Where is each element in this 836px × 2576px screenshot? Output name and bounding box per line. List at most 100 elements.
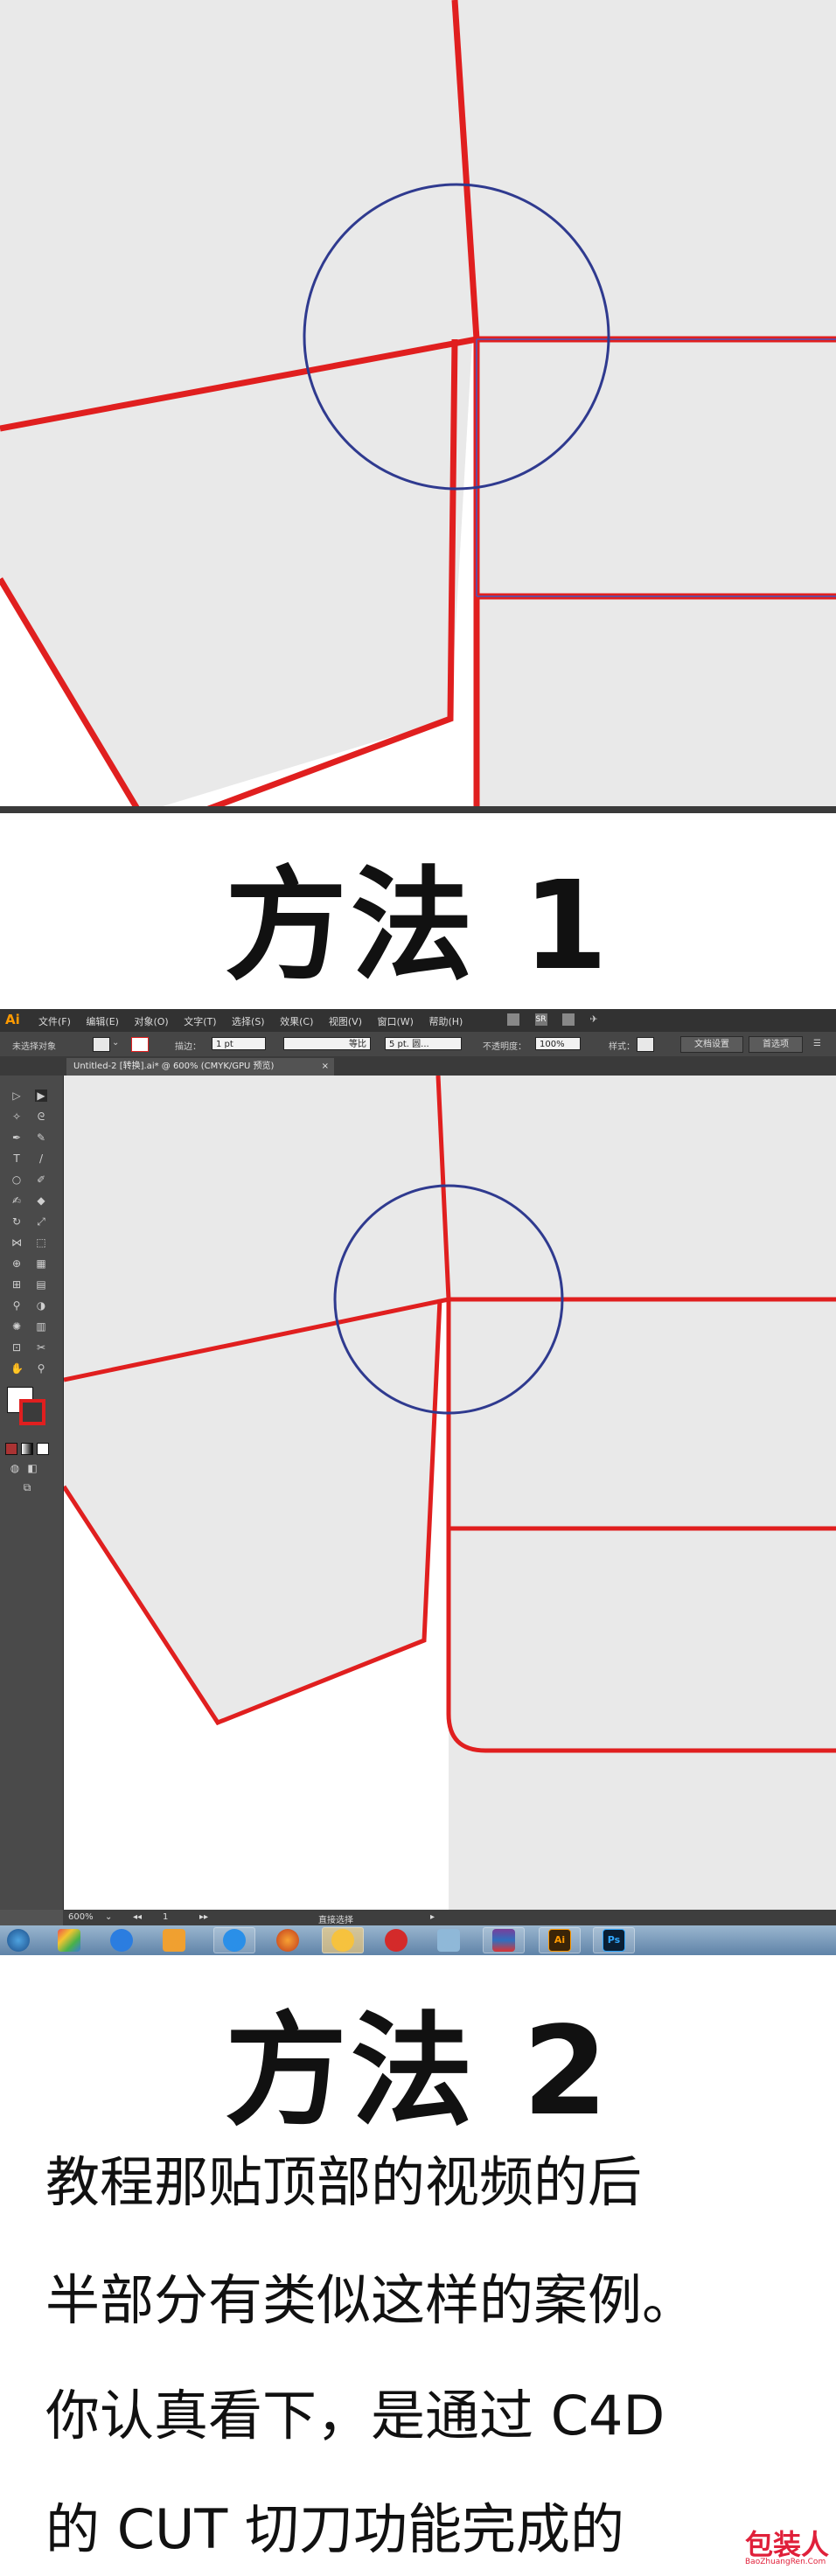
browser-icon[interactable]: [331, 1929, 354, 1952]
menubar-icons: SR ✈: [507, 1013, 615, 1026]
cloud-icon[interactable]: [223, 1929, 246, 1952]
watermark-url: BaoZhuangRen.Com: [745, 2558, 826, 2566]
document-tab[interactable]: Untitled-2 [转换].ai* @ 600% (CMYK/GPU 预览)…: [66, 1058, 334, 1076]
method2-title: 方法 2: [224, 2001, 612, 2143]
bank-icon[interactable]: [385, 1929, 408, 1952]
shape-builder-icon[interactable]: ⊕: [10, 1257, 23, 1270]
gradient-tool-icon[interactable]: ▤: [35, 1278, 47, 1291]
ie-icon[interactable]: [110, 1929, 133, 1952]
free-transform-icon[interactable]: ⬚: [35, 1236, 47, 1249]
zoom-chevron-icon[interactable]: ⌄: [105, 1912, 112, 1922]
style-swatch[interactable]: [637, 1037, 654, 1052]
firefox-icon[interactable]: [276, 1929, 299, 1952]
selection-tool-icon[interactable]: ▷: [10, 1090, 23, 1102]
menu-type[interactable]: 文字(T): [184, 1016, 216, 1027]
photoshop-icon[interactable]: Ps: [603, 1929, 625, 1952]
menu-bar: Ai 文件(F) 编辑(E) 对象(O) 文字(T) 选择(S) 效果(C) 视…: [0, 1009, 836, 1032]
prev-artboard-icon[interactable]: ◂◂: [133, 1912, 142, 1922]
panel-menu-icon[interactable]: ☰: [813, 1039, 821, 1048]
stroke-label: 描边：: [175, 1042, 201, 1052]
method2-illustration: [64, 1076, 836, 1910]
artboard-canvas[interactable]: [64, 1076, 836, 1910]
line-tool-icon[interactable]: /: [35, 1152, 47, 1165]
arrange-documents-icon[interactable]: [562, 1013, 575, 1026]
method1-illustration: [0, 0, 836, 813]
status-bar: 600% ⌄ ◂◂ 1 ▸▸ 直接选择 ▸: [63, 1910, 836, 1925]
bottom-divider: [0, 806, 836, 813]
stroke-color-swatch[interactable]: [131, 1037, 149, 1052]
tools-panel: ▷ ▶ ✧ ᘓ ✒ ✎ T / ○ ✐ ✍ ◆ ↻ ⤢ ⋈ ⬚ ⊕ ▦ ⊞ ▤ …: [0, 1076, 64, 1910]
menu-file[interactable]: 文件(F): [38, 1016, 71, 1027]
stock-icon[interactable]: SR: [534, 1013, 547, 1026]
color-mode-icon[interactable]: [5, 1443, 17, 1455]
type-tool-icon[interactable]: T: [10, 1152, 23, 1165]
brush-select[interactable]: 5 pt. 圆...: [385, 1037, 462, 1050]
menu-view[interactable]: 视图(V): [329, 1016, 362, 1027]
file-manager-icon[interactable]: [163, 1929, 185, 1952]
ellipse-tool-icon[interactable]: ○: [10, 1173, 23, 1186]
mesh-tool-icon[interactable]: ⊞: [10, 1278, 23, 1291]
draw-mode-icon[interactable]: ◍: [9, 1462, 21, 1474]
menu-object[interactable]: 对象(O): [134, 1016, 168, 1027]
document-tab-title: Untitled-2 [转换].ai* @ 600% (CMYK/GPU 预览): [73, 1062, 275, 1071]
scale-tool-icon[interactable]: ⤢: [35, 1215, 47, 1228]
status-arrow-icon[interactable]: ▸: [430, 1912, 435, 1922]
control-bar: 未选择对象 ⌄ 描边： 1 pt 等比 5 pt. 圆... 不透明度： 100…: [0, 1032, 836, 1056]
brush-tool-icon[interactable]: ✐: [35, 1173, 47, 1186]
direct-selection-tool-icon[interactable]: ▶: [35, 1090, 47, 1102]
winrar-icon[interactable]: [492, 1929, 515, 1952]
apps-icon[interactable]: [58, 1929, 80, 1952]
stroke-swatch[interactable]: [19, 1399, 45, 1425]
width-tool-icon[interactable]: ⋈: [10, 1236, 23, 1249]
preferences-button[interactable]: 首选项: [749, 1036, 803, 1053]
document-tab-bar: Untitled-2 [转换].ai* @ 600% (CMYK/GPU 预览)…: [0, 1056, 836, 1076]
paragraph-line-3: 你认真看下，是通过 C4D: [45, 2384, 665, 2447]
blob-brush-icon[interactable]: ✍: [10, 1194, 23, 1207]
stroke-profile-select[interactable]: 等比: [283, 1037, 371, 1050]
opacity-field[interactable]: 100%: [535, 1037, 581, 1050]
menu-window[interactable]: 窗口(W): [377, 1016, 413, 1027]
curvature-icon[interactable]: ✎: [35, 1131, 47, 1144]
pen-tool-icon[interactable]: ✒: [10, 1131, 23, 1144]
close-tab-icon[interactable]: ×: [322, 1058, 329, 1076]
next-artboard-icon[interactable]: ▸▸: [199, 1912, 208, 1922]
stroke-weight-field[interactable]: 1 pt: [212, 1037, 266, 1050]
gradient-mode-icon[interactable]: [21, 1443, 33, 1455]
menu-effect[interactable]: 效果(C): [280, 1016, 313, 1027]
illustrator-icon[interactable]: Ai: [548, 1929, 571, 1952]
gpu-icon[interactable]: ✈: [590, 1013, 603, 1026]
menu-items: 文件(F) 编辑(E) 对象(O) 文字(T) 选择(S) 效果(C) 视图(V…: [38, 1014, 475, 1028]
method1-artwork: [0, 0, 836, 813]
eraser-tool-icon[interactable]: ◆: [35, 1194, 47, 1207]
selection-status: 未选择对象: [12, 1042, 56, 1052]
windows-taskbar: Ai Ps: [0, 1925, 836, 1955]
draw-inside-icon[interactable]: ◧: [26, 1462, 38, 1474]
bridge-icon[interactable]: [507, 1013, 519, 1026]
app-logo: Ai: [5, 1012, 20, 1027]
screen-mode-icon[interactable]: ⧉: [21, 1481, 33, 1493]
menu-select[interactable]: 选择(S): [232, 1016, 265, 1027]
lasso-icon[interactable]: ᘓ: [35, 1110, 47, 1123]
magic-wand-icon[interactable]: ✧: [10, 1110, 23, 1123]
paragraph-line-1: 教程那贴顶部的视频的后: [45, 2150, 643, 2214]
perspective-grid-icon[interactable]: ▦: [35, 1257, 47, 1270]
menu-help[interactable]: 帮助(H): [428, 1016, 463, 1027]
menu-edit[interactable]: 编辑(E): [86, 1016, 119, 1027]
none-mode-icon[interactable]: [37, 1443, 49, 1455]
illustrator-window: Ai 文件(F) 编辑(E) 对象(O) 文字(T) 选择(S) 效果(C) 视…: [0, 1009, 836, 1955]
box-icon[interactable]: [437, 1929, 460, 1952]
artboard-number[interactable]: 1: [163, 1912, 168, 1922]
color-controls: ◍ ◧ ⧉: [0, 1303, 63, 1493]
opacity-label: 不透明度：: [483, 1042, 526, 1052]
document-setup-button[interactable]: 文档设置: [680, 1036, 743, 1053]
windows-start-icon[interactable]: [7, 1929, 30, 1952]
rotate-tool-icon[interactable]: ↻: [10, 1215, 23, 1228]
paragraph-line-4: 的 CUT 切刀功能完成的: [45, 2497, 624, 2561]
zoom-level[interactable]: 600%: [68, 1912, 94, 1922]
paragraph-line-2: 半部分有类似这样的案例。: [45, 2268, 697, 2332]
current-tool-label: 直接选择: [318, 1916, 353, 1925]
fill-color-swatch[interactable]: [93, 1037, 110, 1052]
chevron-down-icon[interactable]: ⌄: [112, 1038, 119, 1048]
style-label: 样式：: [609, 1042, 635, 1052]
method1-title: 方法 1: [224, 855, 612, 998]
